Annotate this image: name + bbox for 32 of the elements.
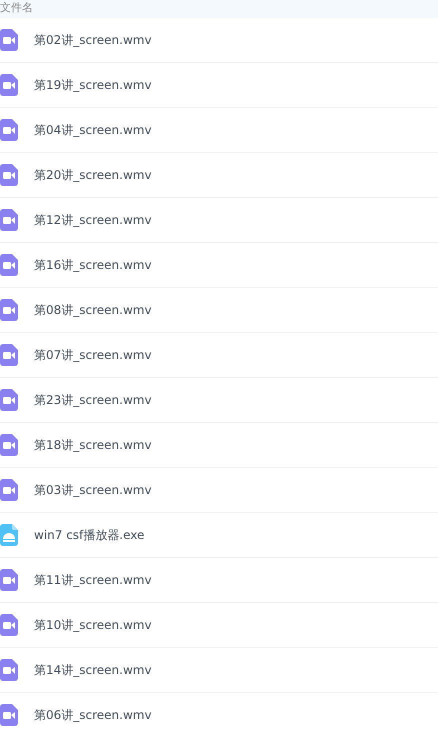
- video-file-icon: [0, 389, 18, 411]
- file-name[interactable]: 第18讲_screen.wmv: [34, 436, 152, 454]
- video-file-icon: [0, 254, 18, 276]
- app-file-icon: [0, 524, 18, 546]
- file-name[interactable]: 第14讲_screen.wmv: [34, 661, 152, 679]
- file-name[interactable]: 第08讲_screen.wmv: [34, 301, 152, 319]
- video-file-icon: [0, 119, 18, 141]
- video-file-icon: [0, 704, 18, 726]
- video-file-icon: [0, 659, 18, 681]
- file-name[interactable]: 第06讲_screen.wmv: [34, 706, 152, 724]
- video-file-icon: [0, 479, 18, 501]
- file-name[interactable]: 第20讲_screen.wmv: [34, 166, 152, 184]
- file-name[interactable]: 第10讲_screen.wmv: [34, 616, 152, 634]
- file-name[interactable]: 第23讲_screen.wmv: [34, 391, 152, 409]
- file-name[interactable]: 第07讲_screen.wmv: [34, 346, 152, 364]
- video-file-icon: [0, 614, 18, 636]
- file-name[interactable]: 第19讲_screen.wmv: [34, 76, 152, 94]
- file-name[interactable]: 第16讲_screen.wmv: [34, 256, 152, 274]
- video-file-icon: [0, 74, 18, 96]
- video-file-icon: [0, 344, 18, 366]
- file-name[interactable]: 第02讲_screen.wmv: [34, 31, 152, 49]
- file-name[interactable]: 第12讲_screen.wmv: [34, 211, 152, 229]
- video-file-icon: [0, 434, 18, 456]
- file-name[interactable]: 第03讲_screen.wmv: [34, 481, 152, 499]
- file-name[interactable]: 第11讲_screen.wmv: [34, 571, 152, 589]
- video-file-icon: [0, 164, 18, 186]
- video-file-icon: [0, 299, 18, 321]
- file-name[interactable]: win7 csf播放器.exe: [34, 526, 144, 544]
- video-file-icon: [0, 569, 18, 591]
- video-file-icon: [0, 209, 18, 231]
- video-file-icon: [0, 29, 18, 51]
- file-name[interactable]: 第04讲_screen.wmv: [34, 121, 152, 139]
